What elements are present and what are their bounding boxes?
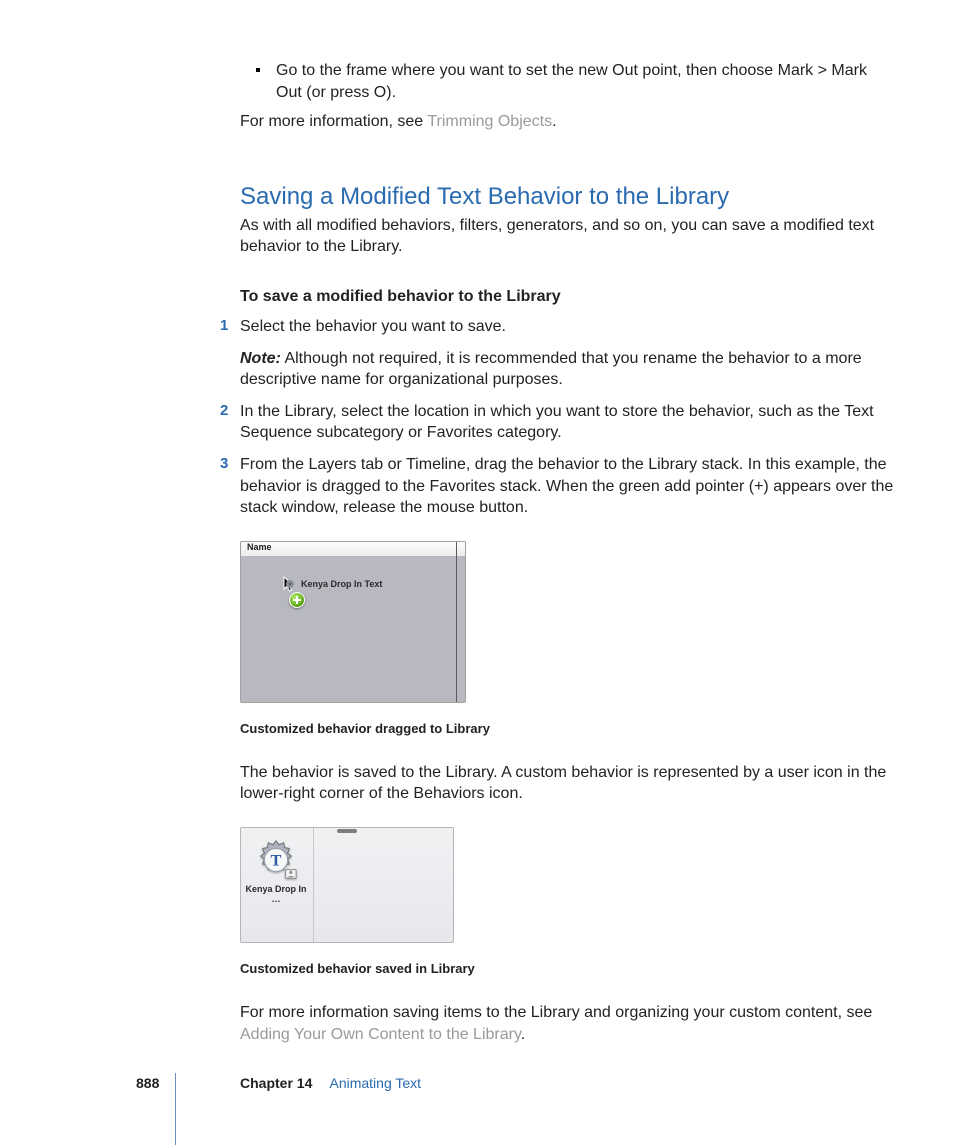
trimming-objects-link[interactable]: Trimming Objects <box>427 113 552 130</box>
figure-caption: Customized behavior saved in Library <box>240 961 894 976</box>
figure-saved-in-library: T Kenya Drop In … Customized behavior sa… <box>240 827 894 976</box>
section-heading: Saving a Modified Text Behavior to the L… <box>240 183 894 211</box>
more-info-1: For more information, see Trimming Objec… <box>240 111 894 133</box>
bullet-item: Go to the frame where you want to set th… <box>256 60 894 103</box>
grid-separator <box>313 828 314 942</box>
dragged-item-label: Kenya Drop In Text <box>301 579 382 589</box>
page-number: 888 <box>136 1075 159 1091</box>
chapter-footer: Chapter 14 Animating Text <box>240 1075 421 1091</box>
bullet-dot-icon <box>256 68 260 72</box>
behavior-gear-icon <box>285 579 295 589</box>
page-footer: 888 Chapter 14 Animating Text <box>0 1075 954 1097</box>
step-3: 3 From the Layers tab or Timeline, drag … <box>240 454 894 519</box>
more-info-1-prefix: For more information, see <box>240 113 427 130</box>
library-item: T Kenya Drop In … <box>245 837 307 904</box>
chapter-label: Chapter 14 <box>240 1075 312 1091</box>
behavior-icon: T <box>253 837 299 883</box>
bullet-text: Go to the frame where you want to set th… <box>276 60 894 103</box>
note-label: Note: <box>240 350 281 367</box>
library-item-label: Kenya Drop In … <box>245 884 307 904</box>
step-3-text: From the Layers tab or Timeline, drag th… <box>240 456 893 516</box>
figure-caption: Customized behavior dragged to Library <box>240 721 894 736</box>
panel-divider <box>456 542 457 702</box>
step-1-note: Note: Although not required, it is recom… <box>240 348 894 391</box>
footer-rule <box>175 1073 176 1145</box>
step-number: 1 <box>220 316 228 336</box>
chapter-title: Animating Text <box>329 1075 421 1091</box>
more-info-2-prefix: For more information saving items to the… <box>240 1004 872 1021</box>
step-number: 2 <box>220 401 228 421</box>
note-body: Although not required, it is recommended… <box>240 350 862 389</box>
step-1-text: Select the behavior you want to save. <box>240 318 506 335</box>
figure-dragged-to-library: Name Kenya Drop In Text Customized behav… <box>240 541 894 736</box>
more-info-2: For more information saving items to the… <box>240 1002 894 1045</box>
after-figure-text: The behavior is saved to the Library. A … <box>240 762 894 805</box>
more-info-1-suffix: . <box>552 113 556 130</box>
panel-handle-icon <box>337 829 357 833</box>
step-2: 2 In the Library, select the location in… <box>240 401 894 444</box>
panel-header-label: Name <box>247 542 272 552</box>
add-plus-icon <box>289 592 305 608</box>
section-intro: As with all modified behaviors, filters,… <box>240 215 894 258</box>
library-panel-mock: Name Kenya Drop In Text <box>240 541 466 703</box>
svg-text:T: T <box>271 851 282 870</box>
more-info-2-suffix: . <box>521 1026 525 1043</box>
panel-header <box>241 542 465 557</box>
library-grid-mock: T Kenya Drop In … <box>240 827 454 943</box>
step-2-text: In the Library, select the location in w… <box>240 403 874 442</box>
adding-content-link[interactable]: Adding Your Own Content to the Library <box>240 1026 521 1043</box>
step-1: 1 Select the behavior you want to save. … <box>240 316 894 391</box>
dragged-item: Kenya Drop In Text <box>285 579 382 589</box>
step-number: 3 <box>220 454 228 474</box>
procedure-subhead: To save a modified behavior to the Libra… <box>240 288 894 306</box>
